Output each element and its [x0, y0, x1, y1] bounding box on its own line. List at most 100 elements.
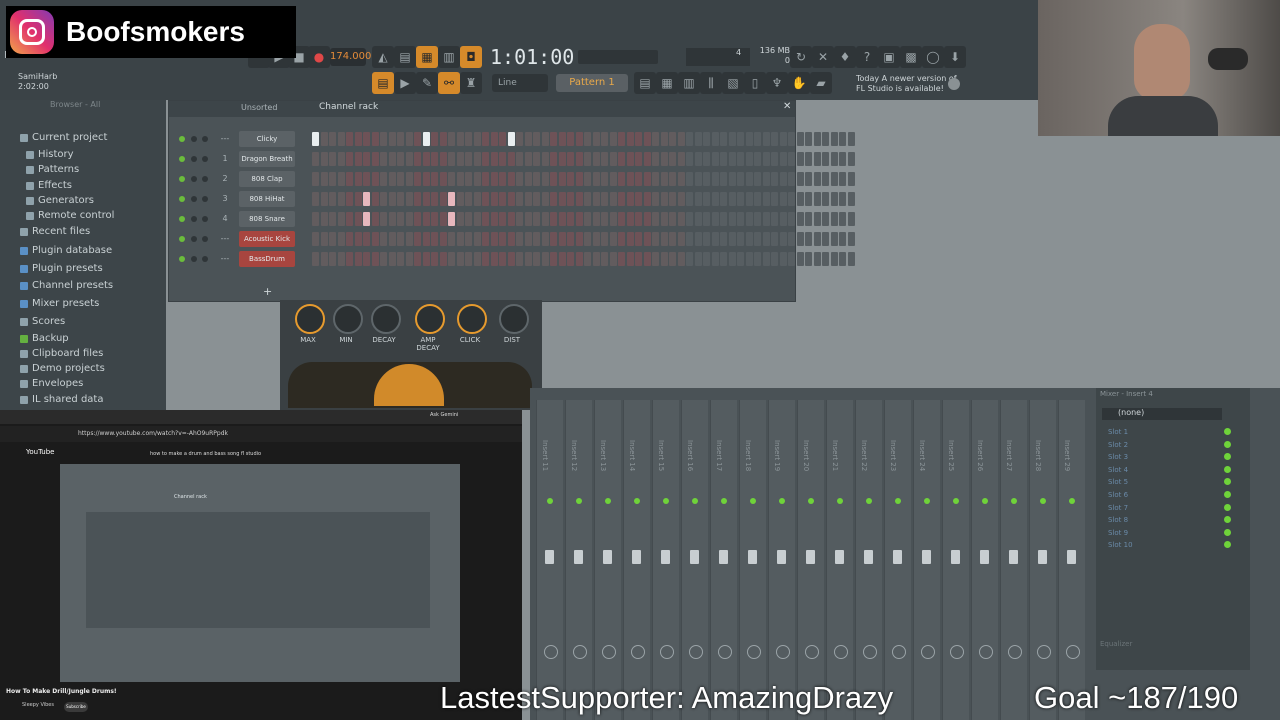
step-button[interactable]: [558, 212, 566, 226]
countdown-icon[interactable]: ▦: [416, 46, 438, 68]
pan-knob-icon[interactable]: [191, 216, 197, 222]
step-button[interactable]: [329, 172, 336, 186]
step-button[interactable]: [652, 172, 659, 186]
knob-decay[interactable]: [371, 304, 401, 334]
step-button[interactable]: [465, 172, 472, 186]
step-button[interactable]: [405, 152, 413, 166]
step-button[interactable]: [796, 232, 804, 246]
step-button[interactable]: [354, 252, 362, 266]
step-button[interactable]: [703, 132, 710, 146]
step-button[interactable]: [329, 192, 336, 206]
step-button[interactable]: [312, 132, 319, 146]
mixer-track[interactable]: Insert 29: [1058, 400, 1085, 720]
youtube-logo[interactable]: YouTube: [26, 448, 54, 456]
mixer-track[interactable]: Insert 18: [739, 400, 766, 720]
step-button[interactable]: [669, 212, 676, 226]
step-button[interactable]: [737, 192, 744, 206]
step-button[interactable]: [337, 152, 345, 166]
youtube-search-input[interactable]: how to make a drum and bass song fl stud…: [150, 448, 320, 460]
step-button[interactable]: [533, 172, 540, 186]
step-button[interactable]: [805, 252, 812, 266]
step-button[interactable]: [686, 212, 693, 226]
step-button[interactable]: [550, 232, 557, 246]
track-pan-knob[interactable]: [602, 645, 616, 659]
step-button[interactable]: [558, 152, 566, 166]
step-button[interactable]: [482, 252, 489, 266]
step-button[interactable]: [762, 192, 770, 206]
step-button[interactable]: [329, 212, 336, 226]
step-button[interactable]: [652, 152, 659, 166]
step-button[interactable]: [371, 152, 379, 166]
step-button[interactable]: [839, 132, 846, 146]
step-button[interactable]: [371, 232, 379, 246]
step-button[interactable]: [822, 132, 829, 146]
add-channel-icon[interactable]: +: [263, 285, 272, 298]
step-button[interactable]: [601, 192, 608, 206]
browser-item[interactable]: Backup: [20, 333, 69, 344]
step-button[interactable]: [609, 172, 617, 186]
step-button[interactable]: [575, 232, 583, 246]
step-button[interactable]: [609, 252, 617, 266]
step-button[interactable]: [779, 212, 787, 226]
step-button[interactable]: [660, 232, 668, 246]
step-button[interactable]: [592, 232, 600, 246]
step-button[interactable]: [754, 152, 761, 166]
pan-knob-icon[interactable]: [191, 176, 197, 182]
step-button[interactable]: [414, 252, 421, 266]
step-button[interactable]: [839, 212, 846, 226]
step-button[interactable]: [550, 212, 557, 226]
step-button[interactable]: [601, 172, 608, 186]
step-button[interactable]: [448, 212, 455, 226]
step-button[interactable]: [601, 232, 608, 246]
step-button[interactable]: [499, 132, 506, 146]
step-button[interactable]: [473, 212, 481, 226]
step-button[interactable]: [558, 192, 566, 206]
step-button[interactable]: [329, 132, 336, 146]
step-button[interactable]: [635, 212, 642, 226]
step-button[interactable]: [618, 252, 625, 266]
mixer-track[interactable]: Insert 26: [971, 400, 998, 720]
step-button[interactable]: [312, 192, 319, 206]
step-button[interactable]: [788, 172, 795, 186]
step-button[interactable]: [822, 192, 829, 206]
track-fader[interactable]: [1067, 550, 1076, 564]
step-button[interactable]: [414, 152, 421, 166]
step-button[interactable]: [567, 132, 574, 146]
step-button[interactable]: [558, 232, 566, 246]
mute-led-icon[interactable]: [179, 176, 185, 182]
step-button[interactable]: [643, 172, 651, 186]
update-notice[interactable]: Today A newer version of FL Studio is av…: [856, 74, 960, 98]
step-button[interactable]: [737, 212, 744, 226]
step-button[interactable]: [465, 152, 472, 166]
step-button[interactable]: [737, 132, 744, 146]
step-button[interactable]: [439, 212, 447, 226]
step-button[interactable]: [516, 192, 523, 206]
step-button[interactable]: [490, 132, 498, 146]
volume-knob-icon[interactable]: [202, 256, 208, 262]
step-button[interactable]: [745, 212, 753, 226]
piano-roll-icon[interactable]: ▦: [656, 72, 678, 94]
track-fader[interactable]: [1009, 550, 1018, 564]
step-button[interactable]: [363, 132, 370, 146]
step-button[interactable]: [575, 172, 583, 186]
step-button[interactable]: [363, 152, 370, 166]
step-button[interactable]: [516, 252, 523, 266]
step-button[interactable]: [796, 252, 804, 266]
step-button[interactable]: [669, 252, 676, 266]
step-button[interactable]: [448, 132, 455, 146]
step-button[interactable]: [363, 172, 370, 186]
channel-button[interactable]: 808 Clap: [239, 171, 295, 187]
step-button[interactable]: [813, 132, 821, 146]
channel-mixer-track[interactable]: 3: [219, 191, 231, 207]
step-button[interactable]: [618, 192, 625, 206]
slot-enable-led-icon[interactable]: [1224, 503, 1231, 511]
step-button[interactable]: [728, 232, 736, 246]
step-button[interactable]: [448, 172, 455, 186]
step-button[interactable]: [754, 192, 761, 206]
step-button[interactable]: [482, 212, 489, 226]
step-button[interactable]: [388, 252, 396, 266]
channel-rack-icon[interactable]: ▥: [678, 72, 700, 94]
step-button[interactable]: [541, 192, 549, 206]
step-button[interactable]: [754, 252, 761, 266]
track-pan-knob[interactable]: [921, 645, 935, 659]
